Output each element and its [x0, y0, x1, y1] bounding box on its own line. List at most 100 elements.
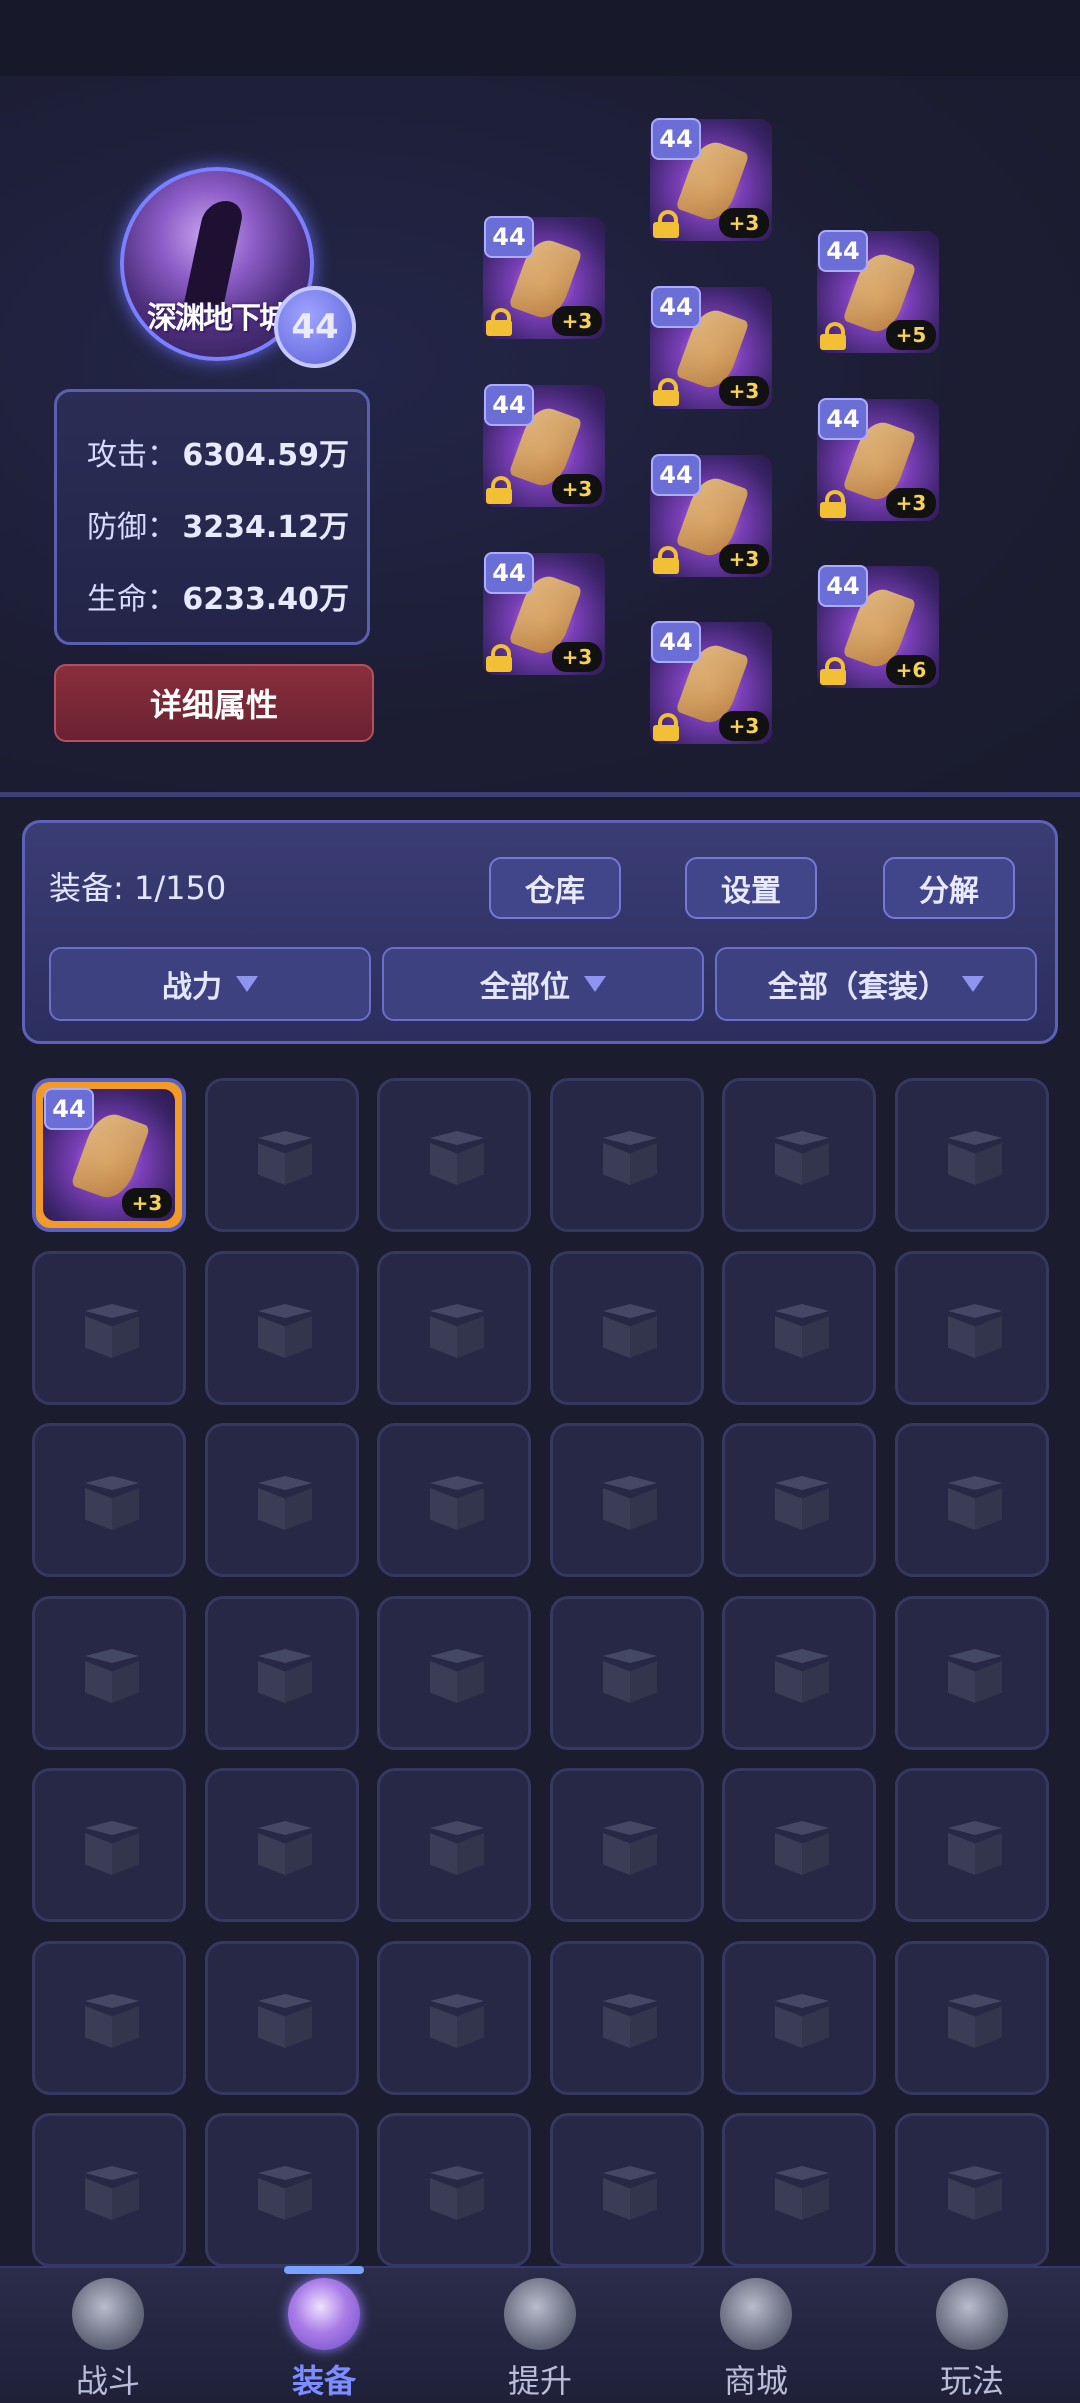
empty-slot[interactable] [722, 1768, 876, 1922]
empty-slot[interactable] [205, 1941, 359, 2095]
equipped-slot[interactable]: 44 +3 [643, 112, 779, 248]
empty-slot[interactable] [32, 1596, 186, 1750]
battle-icon [72, 2278, 144, 2350]
enhance-level: +3 [719, 544, 769, 574]
empty-slot[interactable] [550, 1941, 704, 2095]
empty-slot[interactable] [205, 1423, 359, 1577]
empty-box-icon [258, 1994, 312, 2048]
dropdown-label: 战力 [162, 970, 222, 1005]
equipped-slot[interactable]: 44 +3 [476, 378, 612, 514]
nav-battle[interactable]: 战斗 [0, 2268, 216, 2403]
empty-box-icon [430, 1994, 484, 2048]
empty-slot[interactable] [32, 1941, 186, 2095]
nav-upgrade[interactable]: 提升 [432, 2268, 648, 2403]
item-level: 44 [484, 384, 534, 426]
empty-slot[interactable] [377, 1941, 531, 2095]
empty-slot[interactable] [205, 1596, 359, 1750]
lock-icon [653, 210, 679, 238]
empty-slot[interactable] [32, 1251, 186, 1405]
settings-button[interactable]: 设置 [685, 857, 817, 919]
dismantle-button[interactable]: 分解 [883, 857, 1015, 919]
equipped-slot[interactable]: 44 +3 [643, 280, 779, 416]
stats-box: 攻击： 6304.59万 防御： 3234.12万 生命： 6233.40万 [54, 389, 370, 645]
nav-equipment[interactable]: 装备 [216, 2266, 432, 2403]
equipped-slot[interactable]: 44 +5 [810, 224, 946, 360]
empty-slot[interactable] [895, 1596, 1049, 1750]
lock-icon [820, 322, 846, 350]
lock-icon [486, 644, 512, 672]
lock-icon [653, 546, 679, 574]
empty-slot[interactable] [722, 2113, 876, 2267]
empty-slot[interactable] [377, 1768, 531, 1922]
empty-slot[interactable] [895, 1078, 1049, 1232]
nav-label: 装备 [291, 2362, 356, 2400]
empty-box-icon [430, 1476, 484, 1530]
empty-box-icon [85, 1304, 139, 1358]
empty-slot[interactable] [895, 2113, 1049, 2267]
empty-box-icon [258, 1304, 312, 1358]
empty-slot[interactable] [550, 1251, 704, 1405]
empty-slot[interactable] [895, 1423, 1049, 1577]
empty-slot[interactable] [32, 1768, 186, 1922]
item-level: 44 [818, 398, 868, 440]
empty-slot[interactable] [377, 2113, 531, 2267]
empty-slot[interactable] [205, 2113, 359, 2267]
empty-box-icon [775, 1131, 829, 1185]
equipped-slot[interactable]: 44 +3 [476, 546, 612, 682]
empty-slot[interactable] [377, 1078, 531, 1232]
nav-label: 商城 [723, 2362, 788, 2400]
empty-slot[interactable] [550, 1078, 704, 1232]
empty-slot[interactable] [550, 1768, 704, 1922]
empty-slot[interactable] [550, 1423, 704, 1577]
empty-slot[interactable] [722, 1941, 876, 2095]
equipped-slot[interactable]: 44 +3 [643, 615, 779, 751]
empty-slot[interactable] [895, 1768, 1049, 1922]
empty-slot[interactable] [377, 1423, 531, 1577]
inventory-item[interactable]: 44 +3 [32, 1078, 186, 1232]
empty-slot[interactable] [377, 1251, 531, 1405]
empty-slot[interactable] [205, 1251, 359, 1405]
equipped-slot[interactable]: 44 +3 [643, 448, 779, 584]
empty-box-icon [603, 1649, 657, 1703]
warehouse-button[interactable]: 仓库 [489, 857, 621, 919]
nav-gameplay[interactable]: 玩法 [864, 2268, 1080, 2403]
empty-box-icon [258, 2166, 312, 2220]
empty-slot[interactable] [722, 1251, 876, 1405]
divider [0, 792, 1080, 797]
empty-slot[interactable] [32, 2113, 186, 2267]
nav-label: 玩法 [939, 2362, 1004, 2400]
empty-slot[interactable] [32, 1423, 186, 1577]
sort-power-dropdown[interactable]: 战力 [49, 947, 371, 1021]
empty-box-icon [948, 1476, 1002, 1530]
empty-slot[interactable] [550, 1596, 704, 1750]
item-level: 44 [484, 552, 534, 594]
equipped-slot[interactable]: 44 +3 [810, 392, 946, 528]
dropdown-label: 全部（套装） [768, 970, 948, 1005]
stat-attack: 攻击： 6304.59万 [87, 430, 349, 474]
dropdown-label: 全部位 [480, 970, 570, 1005]
equipped-slot[interactable]: 44 +3 [476, 210, 612, 346]
empty-box-icon [775, 2166, 829, 2220]
detail-attributes-button[interactable]: 详细属性 [54, 664, 374, 742]
empty-slot[interactable] [377, 1596, 531, 1750]
empty-box-icon [85, 2166, 139, 2220]
empty-slot[interactable] [895, 1941, 1049, 2095]
slot-filter-dropdown[interactable]: 全部位 [382, 947, 704, 1021]
equipped-slot[interactable]: 44 +6 [810, 559, 946, 695]
stat-label: 生命： [87, 582, 177, 617]
empty-slot[interactable] [722, 1596, 876, 1750]
empty-box-icon [603, 1304, 657, 1358]
stat-health: 生命： 6233.40万 [87, 574, 349, 618]
empty-box-icon [948, 1649, 1002, 1703]
set-filter-dropdown[interactable]: 全部（套装） [715, 947, 1037, 1021]
empty-slot[interactable] [205, 1768, 359, 1922]
empty-slot[interactable] [895, 1251, 1049, 1405]
equipment-icon [288, 2278, 360, 2350]
empty-slot[interactable] [205, 1078, 359, 1232]
empty-slot[interactable] [722, 1423, 876, 1577]
equipment-count: 装备: 1/150 [49, 869, 227, 907]
empty-slot[interactable] [722, 1078, 876, 1232]
nav-shop[interactable]: 商城 [648, 2268, 864, 2403]
empty-slot[interactable] [550, 2113, 704, 2267]
enhance-level: +3 [122, 1188, 172, 1218]
